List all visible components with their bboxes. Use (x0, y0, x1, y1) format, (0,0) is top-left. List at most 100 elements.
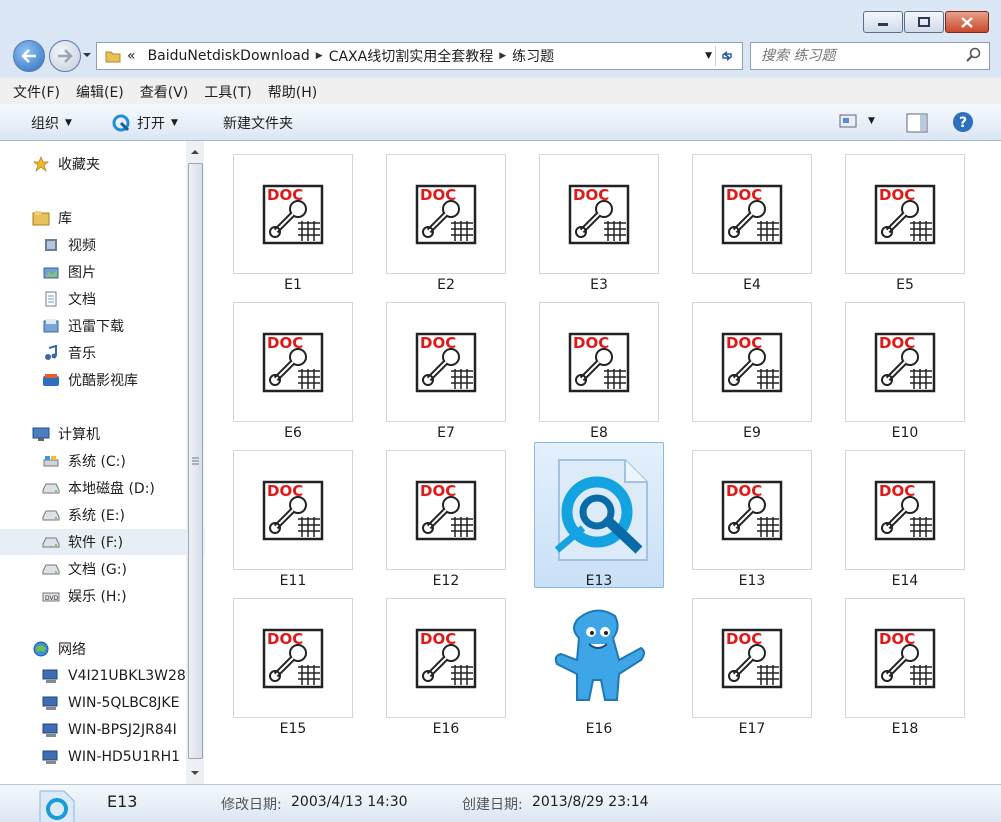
tree-library-youku[interactable]: 优酷影视库 (0, 367, 205, 393)
file-item-e15[interactable]: DOC E15 (233, 598, 353, 738)
file-item-e2[interactable]: DOC E2 (386, 154, 506, 294)
scroll-up-icon[interactable] (186, 145, 204, 159)
doc-drawing-icon: DOC (845, 302, 965, 422)
recent-pages-dropdown-icon[interactable] (82, 51, 92, 59)
tree-drive-e[interactable]: 系统 (E:) (0, 502, 205, 528)
breadcrumb-separator-icon[interactable]: ▶ (499, 51, 506, 61)
library-icon (32, 210, 50, 226)
tree-computer[interactable]: 计算机 (0, 421, 205, 447)
breadcrumb-baidunetdiskdownload[interactable]: BaiduNetdiskDownload (148, 48, 310, 64)
file-name-label: E9 (743, 425, 761, 441)
menu-tools[interactable]: 工具(T) (204, 82, 251, 102)
change-view-button[interactable]: ▼ (838, 113, 875, 129)
organize-button[interactable]: 组织 ▼ (31, 113, 72, 133)
scrollbar-thumb[interactable] (188, 163, 203, 759)
file-item-e13[interactable]: DOC E13 (692, 450, 812, 590)
file-item-e9[interactable]: DOC E9 (692, 302, 812, 442)
menu-view[interactable]: 查看(V) (140, 82, 189, 102)
file-item-e7[interactable]: DOC E7 (386, 302, 506, 442)
search-icon[interactable] (965, 47, 981, 63)
doc-drawing-icon: DOC (692, 598, 812, 718)
file-name-label: E10 (891, 425, 919, 441)
file-item-e6[interactable]: DOC E6 (233, 302, 353, 442)
refresh-icon (722, 51, 732, 61)
file-item-e5[interactable]: DOC E5 (845, 154, 965, 294)
maximize-button[interactable] (904, 11, 944, 33)
navigation-scrollbar[interactable] (186, 141, 204, 784)
tree-library-pictures[interactable]: 图片 (0, 259, 205, 285)
tree-drive-label: 系统 (C:) (68, 454, 126, 470)
tree-network[interactable]: 网络 (0, 636, 205, 662)
tree-library-videos[interactable]: 视频 (0, 232, 205, 258)
file-name-label: E18 (891, 721, 919, 737)
tree-network-computer[interactable]: WIN-BPSJ2JR84I (0, 717, 205, 743)
file-item-e12[interactable]: DOC E12 (386, 450, 506, 590)
file-item-e18[interactable]: DOC E18 (845, 598, 965, 738)
tree-drive-f[interactable]: 软件 (F:) (0, 529, 205, 555)
preview-pane-icon (906, 113, 928, 133)
file-name-label: E16 (585, 721, 613, 737)
file-item-e8[interactable]: DOC E8 (539, 302, 659, 442)
tree-library-thunder-downloads[interactable]: 迅雷下载 (0, 313, 205, 339)
tree-drive-g[interactable]: 文档 (G:) (0, 556, 205, 582)
tree-network-computer[interactable]: V4I21UBKL3W28 (0, 663, 205, 689)
scroll-down-icon[interactable] (186, 766, 204, 780)
breadcrumb-exercises[interactable]: 练习题 (512, 46, 554, 66)
system-drive-icon (42, 453, 60, 469)
optical-drive-icon: DVD (42, 588, 60, 604)
tree-libraries[interactable]: 库 (0, 205, 205, 231)
drive-icon (42, 534, 60, 550)
tree-network-computer[interactable]: WIN-5QLBC8JKE (0, 690, 205, 716)
new-folder-button[interactable]: 新建文件夹 (223, 113, 293, 133)
address-history-dropdown-icon[interactable]: ▼ (705, 51, 712, 61)
menu-help[interactable]: 帮助(H) (268, 82, 317, 102)
file-item-e11[interactable]: DOC E11 (233, 450, 353, 590)
back-button[interactable] (13, 40, 45, 72)
drive-icon (42, 561, 60, 577)
help-button[interactable]: ? (952, 111, 974, 133)
search-input[interactable] (759, 47, 963, 65)
documents-library-icon (42, 291, 60, 307)
file-item-e17[interactable]: DOC E17 (692, 598, 812, 738)
file-item-e4[interactable]: DOC E4 (692, 154, 812, 294)
close-icon (961, 16, 973, 28)
breadcrumb-separator-icon[interactable]: ▶ (316, 51, 323, 61)
tree-libraries-label: 库 (58, 211, 72, 227)
breadcrumb-caxa-course[interactable]: CAXA线切割实用全套教程 (329, 46, 494, 66)
file-item-e13[interactable]: E13 (534, 442, 664, 590)
tree-library-music[interactable]: 音乐 (0, 340, 205, 366)
forward-button[interactable] (49, 40, 81, 72)
pictures-library-icon (42, 264, 60, 280)
caxa-file-icon (39, 790, 75, 822)
tree-drive-h[interactable]: DVD 娱乐 (H:) (0, 583, 205, 609)
svg-text:?: ? (959, 115, 967, 131)
address-bar[interactable]: « BaiduNetdiskDownload ▶ CAXA线切割实用全套教程 ▶… (96, 42, 743, 70)
menu-edit[interactable]: 编辑(E) (76, 82, 124, 102)
file-item-e10[interactable]: DOC E10 (845, 302, 965, 442)
file-item-e1[interactable]: DOC E1 (233, 154, 353, 294)
file-name-label: E6 (284, 425, 302, 441)
close-button[interactable] (945, 11, 989, 33)
file-item-e16[interactable]: DOC E16 (386, 598, 506, 738)
file-item-e14[interactable]: DOC E14 (845, 450, 965, 590)
file-name-label: E1 (284, 277, 302, 293)
menu-bar: 文件(F) 编辑(E) 查看(V) 工具(T) 帮助(H) (0, 77, 1001, 105)
doc-drawing-icon: DOC (539, 154, 659, 274)
tree-drive-c[interactable]: 系统 (C:) (0, 448, 205, 474)
tree-network-computer[interactable]: WIN-HD5U1RH1 (0, 744, 205, 770)
tree-favorites[interactable]: 收藏夹 (0, 151, 205, 177)
refresh-button[interactable] (715, 46, 738, 66)
file-name-label: E8 (590, 425, 608, 441)
file-item-e16[interactable]: E16 (539, 598, 659, 738)
open-button[interactable]: 打开 ▼ (111, 113, 178, 133)
tree-library-label: 文档 (68, 292, 96, 308)
tree-library-documents[interactable]: 文档 (0, 286, 205, 312)
file-item-e3[interactable]: DOC E3 (539, 154, 659, 294)
menu-file[interactable]: 文件(F) (13, 82, 60, 102)
address-overflow[interactable]: « (127, 48, 136, 64)
tree-drive-d[interactable]: 本地磁盘 (D:) (0, 475, 205, 501)
minimize-button[interactable] (863, 11, 903, 33)
arrow-right-icon (58, 49, 73, 63)
preview-pane-button[interactable] (906, 113, 928, 133)
tree-drive-label: 娱乐 (H:) (68, 589, 127, 605)
